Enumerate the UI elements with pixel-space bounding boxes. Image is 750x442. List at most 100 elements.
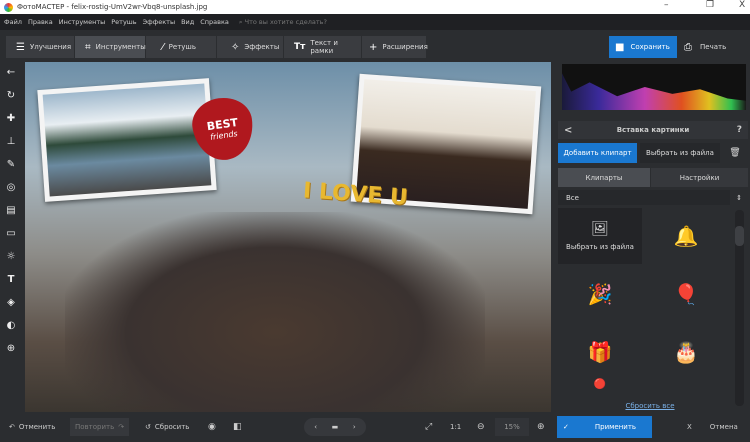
add-clipart-button[interactable]: Добавить клипарт (558, 143, 637, 163)
app-logo-icon (4, 2, 13, 12)
globe-icon[interactable]: ⊕ (7, 343, 15, 359)
help-button[interactable]: ? (737, 125, 742, 135)
cancel-button[interactable]: X Отмена (682, 418, 743, 436)
tab-label: Инструменты (95, 43, 146, 51)
eye-icon[interactable]: ◉ (203, 418, 221, 436)
maximize-button[interactable]: ❐ (706, 0, 714, 10)
back-button[interactable]: < (564, 125, 572, 136)
sliders-icon: ☰ (16, 41, 25, 53)
prev-icon[interactable]: ‹ (314, 423, 317, 431)
undo-icon: ↶ (9, 423, 15, 431)
tab-tools[interactable]: ⌗ Инструменты (75, 36, 146, 58)
apply-button[interactable]: ✓ Применить (557, 416, 652, 438)
tab-effects[interactable]: ✧ Эффекты (217, 36, 283, 58)
panel-header: < Вставка картинки ? (558, 121, 748, 139)
menu-retouch[interactable]: Ретушь (111, 18, 136, 26)
scrollbar-thumb[interactable] (735, 226, 744, 246)
minimize-button[interactable]: – (664, 0, 669, 10)
panel-title: Вставка картинки (616, 126, 690, 134)
stamp-icon[interactable]: ⊥ (7, 136, 16, 152)
window-title: ФотоМАСТЕР - felix-rostig-UmV2wr-Vbq8-un… (17, 3, 208, 11)
text-icon: Tт (294, 42, 306, 52)
printer-icon: ⎙ (684, 41, 692, 53)
menu-edit[interactable]: Правка (28, 18, 53, 26)
gradient-icon[interactable]: ▤ (6, 205, 15, 221)
brush-icon[interactable]: ✎ (7, 159, 15, 175)
search-input[interactable]: ⌕ Что вы хотите сделать? (239, 18, 327, 27)
plus-icon: + (369, 41, 378, 53)
tab-text-frames[interactable]: Tт Текст и рамки (284, 36, 361, 58)
zoom-level[interactable]: 15% (495, 418, 529, 436)
check-icon: ✓ (563, 423, 569, 431)
healing-icon[interactable]: ✚ (7, 113, 15, 129)
menu-effects[interactable]: Эффекты (143, 18, 176, 26)
menu-tools[interactable]: Инструменты (59, 18, 106, 26)
photo-canvas[interactable]: BEST friends I LOVE U (25, 62, 551, 412)
title-bar: ФотоМАСТЕР - felix-rostig-UmV2wr-Vbq8-un… (0, 0, 750, 14)
tab-label: Текст и рамки (310, 39, 338, 55)
bottom-bar: ↶ Отменить Повторить ↷ ↺ Сбросить ◉ ◧ ‹ ▬ › ⤢… (0, 412, 750, 442)
group-photo-people (65, 212, 485, 412)
navigation-group: ‹ ▬ › (304, 418, 366, 436)
redo-icon: ↷ (118, 423, 125, 431)
image-add-icon: 🖼 (591, 221, 609, 237)
print-button[interactable]: ⎙ Печать (680, 36, 748, 58)
apply-label: Применить (594, 423, 637, 431)
ratio-button[interactable]: 1:1 (445, 418, 466, 436)
choose-file-cell[interactable]: 🖼 Выбрать из файла (558, 208, 642, 264)
category-select[interactable]: Все (558, 190, 730, 205)
color-icon[interactable]: ◐ (7, 320, 16, 336)
floppy-icon: ■ (615, 41, 625, 53)
scrollbar[interactable] (735, 210, 744, 406)
clipart-ornament[interactable]: 🔴 (558, 372, 642, 396)
next-icon[interactable]: › (353, 423, 356, 431)
fit-screen-icon[interactable]: ⤢ (420, 418, 437, 436)
zoom-out-icon[interactable]: ⊖ (472, 418, 490, 436)
clipart-grid: 🖼 Выбрать из файла 🔔 🎉 🎈 🎁 🎂 🔴 (558, 208, 734, 408)
search-placeholder: Что вы хотите сделать? (244, 17, 327, 26)
search-icon: ⌕ (238, 17, 243, 26)
tab-label: Ретушь (168, 43, 196, 51)
reset-icon: ↺ (145, 423, 151, 431)
fill-icon[interactable]: ◈ (7, 297, 15, 313)
undo-button[interactable]: ↶ Отменить (4, 418, 60, 436)
select-arrows-icon[interactable]: ⇕ (732, 190, 746, 205)
menu-file[interactable]: Файл (4, 18, 22, 26)
trash-icon[interactable]: 🗑 (724, 143, 746, 163)
brush-icon: ⁄ (162, 41, 164, 53)
radial-icon[interactable]: ◎ (7, 182, 16, 198)
x-icon: X (687, 423, 692, 431)
zoom-in-icon[interactable]: ⊕ (532, 418, 550, 436)
vignette-icon[interactable]: ▭ (6, 228, 15, 244)
left-tool-strip: ← ↻ ✚ ⊥ ✎ ◎ ▤ ▭ ☼ T ◈ ◐ ⊕ (0, 62, 22, 412)
tab-enhance[interactable]: ☰ Улучшения (6, 36, 74, 58)
choose-file-button[interactable]: Выбрать из файла (640, 143, 720, 163)
collage-photo-lake[interactable] (37, 78, 217, 202)
rotate-icon[interactable]: ↻ (7, 90, 15, 106)
redo-label: Повторить (75, 423, 115, 431)
text-tool-icon[interactable]: T (8, 274, 15, 290)
clipart-gift-white[interactable]: 🎂 (644, 324, 728, 380)
tab-settings[interactable]: Настройки (651, 168, 748, 187)
tab-label: Расширения (382, 43, 428, 51)
folder-icon[interactable]: ▬ (332, 423, 339, 431)
clipart-party-hat[interactable]: 🎉 (558, 266, 642, 322)
menu-view[interactable]: Вид (181, 18, 194, 26)
save-button[interactable]: ■ Сохранить (609, 36, 677, 58)
compare-icon[interactable]: ◧ (228, 418, 247, 436)
arrow-left-icon[interactable]: ← (7, 67, 15, 83)
tab-cliparts[interactable]: Клипарты (558, 168, 650, 187)
redo-button[interactable]: Повторить ↷ (70, 418, 130, 436)
reset-all-link[interactable]: Сбросить все (610, 400, 690, 412)
tab-extensions[interactable]: + Расширения (362, 36, 428, 58)
reset-button[interactable]: ↺ Сбросить (140, 418, 194, 436)
menu-bar: Файл Правка Инструменты Ретушь Эффекты В… (0, 14, 750, 30)
crop-icon: ⌗ (85, 41, 91, 53)
clipart-bells[interactable]: 🔔 (644, 208, 728, 264)
save-label: Сохранить (630, 43, 670, 51)
tab-retouch[interactable]: ⁄ Ретушь (146, 36, 216, 58)
close-button[interactable]: X (739, 0, 745, 10)
menu-help[interactable]: Справка (200, 18, 229, 26)
light-icon[interactable]: ☼ (7, 251, 16, 267)
clipart-balloons[interactable]: 🎈 (644, 266, 728, 322)
